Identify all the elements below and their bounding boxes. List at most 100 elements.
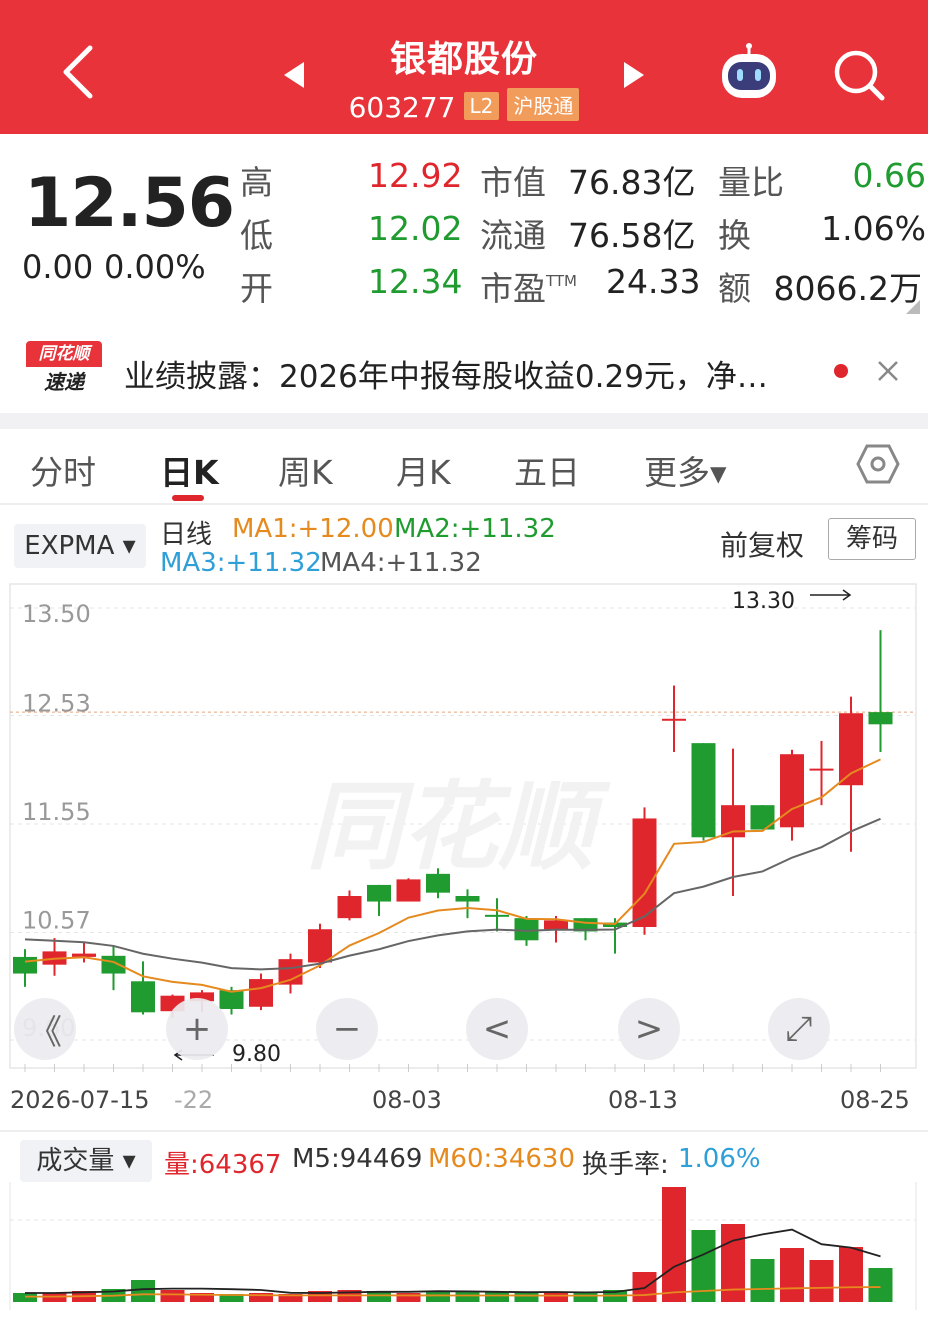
tab-daily-k[interactable]: 日K xyxy=(160,446,219,494)
volume-bars xyxy=(13,1187,893,1302)
watermark: 同花顺 xyxy=(306,771,611,883)
news-ticker[interactable]: 同花顺 速递 业绩披露：2026年中报每股收益0.29元，净… xyxy=(0,327,928,413)
volume-bar xyxy=(455,1292,480,1302)
y-axis-label: 12.53 xyxy=(22,689,91,717)
pe-label: 市盈TTM xyxy=(480,262,577,310)
close-icon[interactable] xyxy=(876,359,900,383)
fullscreen-button[interactable]: ⤢ xyxy=(768,998,830,1060)
volume-bar xyxy=(662,1187,686,1302)
y-axis-label: 13.50 xyxy=(22,600,91,628)
mcap-value: 76.83亿 xyxy=(568,163,696,202)
tab-active-indicator xyxy=(172,495,204,501)
volume-value: 量:64367 xyxy=(164,1150,282,1180)
amount-label: 额 xyxy=(718,269,751,308)
tab-monthly-k[interactable]: 月K xyxy=(396,446,451,494)
robot-icon[interactable] xyxy=(716,42,782,104)
volume-ratio-label: 量比 xyxy=(718,163,784,202)
volume-bar xyxy=(839,1247,863,1302)
tab-more[interactable]: 更多▾ xyxy=(644,446,727,494)
search-icon[interactable] xyxy=(832,48,886,102)
x-label-0803: 08-03 xyxy=(372,1086,442,1114)
candle-body xyxy=(514,918,539,941)
ths-express-logo: 同花顺 速递 xyxy=(26,341,102,399)
y-axis-labels: 13.5012.5311.5510.579.60 xyxy=(22,600,91,1042)
candle-body xyxy=(337,896,362,919)
scroll-left-button[interactable]: < xyxy=(466,998,528,1060)
pe-value: 24.33 xyxy=(606,262,701,301)
rewind-button[interactable]: 《 xyxy=(14,998,76,1060)
volume-indicator-dropdown[interactable]: 成交量 ▾ xyxy=(20,1140,152,1182)
volume-bar xyxy=(544,1292,568,1302)
expand-corner-icon[interactable] xyxy=(906,300,920,314)
volume-bar xyxy=(131,1280,155,1302)
l2-badge: L2 xyxy=(463,92,500,120)
stock-name: 银都股份 xyxy=(389,39,538,80)
volume-bar xyxy=(809,1260,834,1302)
zoom-out-button[interactable]: − xyxy=(316,998,378,1060)
volume-bar xyxy=(514,1293,539,1302)
min-price-label: 9.80 xyxy=(232,1042,281,1067)
chips-button[interactable]: 筹码 xyxy=(828,518,916,560)
price-change-pct: 0.00% xyxy=(104,248,206,286)
ma4-value: MA4:+11.32 xyxy=(320,548,482,578)
open-value: 12.34 xyxy=(368,262,463,301)
hgt-badge: 沪股通 xyxy=(507,88,580,121)
unread-dot xyxy=(834,364,848,378)
turnover-rate-value: 1.06% xyxy=(678,1144,761,1174)
volume-bar xyxy=(485,1292,509,1302)
news-text[interactable]: 业绩披露：2026年中报每股收益0.29元，净… xyxy=(124,351,768,396)
top-bar: 银都股份 603277 L2 沪股通 xyxy=(0,0,928,134)
candle-body xyxy=(485,914,509,917)
ma1-value: MA1:+12.00 xyxy=(232,514,394,544)
high-label: 高 xyxy=(240,163,273,202)
x-label-0813: 08-13 xyxy=(608,1086,678,1114)
candle-body xyxy=(13,956,37,974)
candle-body xyxy=(101,955,126,974)
volume-m60: M60:34630 xyxy=(428,1144,575,1174)
x-label-start: 2026-07-15 xyxy=(10,1086,149,1114)
divider xyxy=(0,413,928,429)
volume-chart[interactable] xyxy=(0,1182,928,1327)
tab-five-day[interactable]: 五日 xyxy=(514,446,580,494)
volume-m5: M5:94469 xyxy=(292,1144,423,1174)
candle-body xyxy=(396,879,421,902)
volume-bar xyxy=(426,1291,450,1302)
zoom-in-button[interactable]: + xyxy=(166,998,228,1060)
price-change: 0.00 xyxy=(22,248,94,286)
candle-body xyxy=(455,896,480,902)
last-price: 12.56 xyxy=(24,164,235,243)
adjust-mode[interactable]: 前复权 xyxy=(720,524,804,564)
scroll-right-button[interactable]: > xyxy=(618,998,680,1060)
volume-bar xyxy=(396,1293,421,1302)
volume-bar xyxy=(868,1268,893,1302)
float-label: 流通 xyxy=(480,216,546,255)
x-label-0825: 08-25 xyxy=(840,1086,910,1114)
candle-body xyxy=(426,873,450,893)
y-axis-label: 11.55 xyxy=(22,798,91,826)
line-type-label: 日线 xyxy=(160,520,213,550)
high-value: 12.92 xyxy=(368,156,463,195)
logo-top: 同花顺 xyxy=(26,341,102,367)
volume-ratio-value: 0.66 xyxy=(852,156,926,195)
x-label-22: -22 xyxy=(174,1086,213,1114)
indicator-dropdown[interactable]: EXPMA ▾ xyxy=(14,524,146,568)
candle-body xyxy=(249,979,273,1007)
logo-bottom: 速递 xyxy=(44,370,84,394)
pe-sup: TTM xyxy=(546,272,578,290)
stock-code-row: 603277 L2 沪股通 xyxy=(0,88,928,124)
volume-divider xyxy=(0,1130,928,1132)
candle-body xyxy=(809,768,834,771)
turnover-value: 1.06% xyxy=(821,209,926,248)
y-axis-label: 10.57 xyxy=(22,907,91,935)
triangle-right-icon[interactable] xyxy=(622,60,646,90)
amount-value: 8066.2万 xyxy=(773,269,922,308)
low-label: 低 xyxy=(240,216,273,255)
turnover-label: 换 xyxy=(718,216,751,255)
max-price-label: 13.30 xyxy=(732,589,795,614)
tab-intraday[interactable]: 分时 xyxy=(30,446,96,494)
candle-body xyxy=(691,743,716,838)
hexagon-settings-icon[interactable] xyxy=(856,442,900,486)
tab-weekly-k[interactable]: 周K xyxy=(278,446,333,494)
stock-code: 603277 xyxy=(348,91,456,124)
volume-bar xyxy=(573,1293,598,1302)
